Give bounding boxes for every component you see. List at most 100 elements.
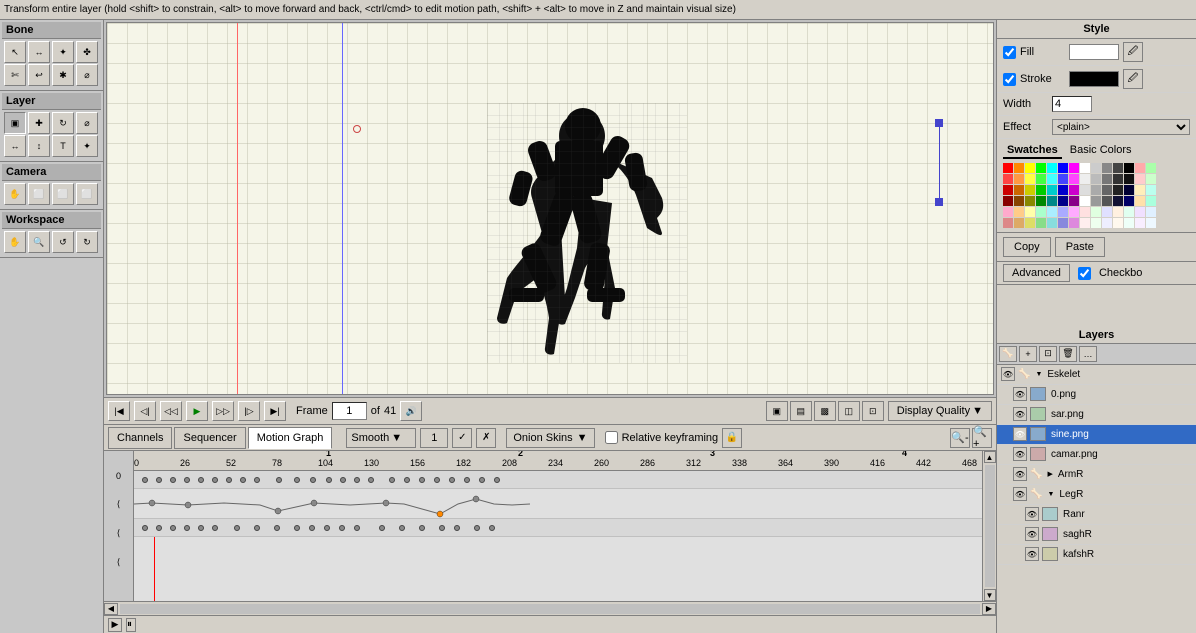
kf-3-17[interactable] [419,525,425,531]
swatch-47[interactable] [1058,196,1068,206]
kf-3-12[interactable] [324,525,330,531]
swatch-59[interactable] [1036,207,1046,217]
swatch-66[interactable] [1113,207,1123,217]
swatch-75[interactable] [1058,218,1068,228]
swatch-60[interactable] [1047,207,1057,217]
layer-eye-saghr[interactable]: 👁 [1025,527,1039,541]
scroll-thumb[interactable] [985,465,995,587]
kf-1-6[interactable] [212,477,218,483]
stroke-color-box[interactable] [1069,71,1119,87]
view-btn-3[interactable]: ▩ [814,401,836,421]
transport-play[interactable]: ▶ [186,401,208,421]
smooth-x-btn[interactable]: ✗ [476,428,496,448]
swatch-3[interactable] [1036,163,1046,173]
swatch-32[interactable] [1047,185,1057,195]
copy-btn[interactable]: Copy [1003,237,1051,257]
layer-item-armr[interactable]: 👁 🦴 ▶ ArmR [997,465,1196,485]
bone-tool-8[interactable]: ⌀ [76,64,98,86]
pause-bottom-btn[interactable]: ⏸ [126,618,136,632]
kf-3-7[interactable] [234,525,240,531]
swatch-40[interactable] [1135,185,1145,195]
width-input[interactable] [1052,96,1092,112]
swatch-30[interactable] [1025,185,1035,195]
tab-motion-graph[interactable]: Motion Graph [248,427,333,449]
swatch-42[interactable] [1003,196,1013,206]
kf-3-16[interactable] [399,525,405,531]
swatch-48[interactable] [1069,196,1079,206]
transport-step-fwd[interactable]: ▷▷ [212,401,234,421]
layer-more-btn[interactable]: … [1079,346,1097,362]
layer-tool-star[interactable]: ✦ [76,135,98,157]
layer-item-kfshr[interactable]: 👁 kafshR [997,545,1196,565]
kf-1-13[interactable] [326,477,332,483]
layer-tool-transform[interactable]: ▣ [4,112,26,134]
workspace-tool-undo[interactable]: ↺ [52,231,74,253]
smooth-dropdown[interactable]: Smooth ▼ [346,428,416,448]
kf-3-11[interactable] [309,525,315,531]
layer-collapse-legr[interactable]: ▼ [1047,491,1054,498]
curve-dot-4[interactable] [311,500,317,506]
layer-tool-move-v[interactable]: ↕ [28,135,50,157]
swatch-46[interactable] [1047,196,1057,206]
kf-1-8[interactable] [240,477,246,483]
swatch-69[interactable] [1146,207,1156,217]
tab-sequencer[interactable]: Sequencer [174,427,245,449]
swatch-17[interactable] [1036,174,1046,184]
swatch-38[interactable] [1113,185,1123,195]
kf-1-2[interactable] [156,477,162,483]
swatch-9[interactable] [1102,163,1112,173]
swatch-54[interactable] [1135,196,1145,206]
layer-item-ranr[interactable]: 👁 Ranr [997,505,1196,525]
layer-eye-armr[interactable]: 👁 [1013,467,1027,481]
kf-3-21[interactable] [489,525,495,531]
swatch-8[interactable] [1091,163,1101,173]
layer-tool-rotate[interactable]: ↻ [52,112,74,134]
kf-1-16[interactable] [368,477,374,483]
layer-item-saghr[interactable]: 👁 saghR [997,525,1196,545]
swatch-6[interactable] [1069,163,1079,173]
zoom-in-btn[interactable]: 🔍+ [972,428,992,448]
kf-1-1[interactable] [142,477,148,483]
fill-checkbox[interactable] [1003,46,1016,59]
swatch-39[interactable] [1124,185,1134,195]
kf-1-4[interactable] [184,477,190,483]
swatch-70[interactable] [1003,218,1013,228]
swatch-80[interactable] [1113,218,1123,228]
transport-step-back[interactable]: ◁◁ [160,401,182,421]
transport-go-start[interactable]: |◀ [108,401,130,421]
swatch-52[interactable] [1113,196,1123,206]
swatch-50[interactable] [1091,196,1101,206]
bone-tool-1[interactable]: ↖ [4,41,26,63]
swatch-61[interactable] [1058,207,1068,217]
scroll-up-btn[interactable]: ▲ [984,451,996,463]
scroll-down-btn[interactable]: ▼ [984,589,996,601]
swatch-26[interactable] [1135,174,1145,184]
layer-item-sinepng[interactable]: 👁 sine.png [997,425,1196,445]
layer-tool-delete[interactable]: ⌀ [76,112,98,134]
swatch-49[interactable] [1080,196,1090,206]
view-btn-5[interactable]: ⊡ [862,401,884,421]
layer-item-eskelet[interactable]: 👁 🦴 ▼ Eskelet [997,365,1196,385]
kf-1-24[interactable] [494,477,500,483]
checkboard-checkbox[interactable] [1078,267,1091,280]
paste-btn[interactable]: Paste [1055,237,1105,257]
kf-3-3[interactable] [170,525,176,531]
kf-1-15[interactable] [354,477,360,483]
swatch-73[interactable] [1036,218,1046,228]
transport-prev-key[interactable]: ◁| [134,401,156,421]
swatch-64[interactable] [1091,207,1101,217]
camera-tool-3[interactable]: ⬜ [52,183,74,205]
kf-3-20[interactable] [474,525,480,531]
curve-dot-7[interactable] [473,496,479,502]
camera-tool-1[interactable]: ✋ [4,183,26,205]
swatch-44[interactable] [1025,196,1035,206]
tab-channels[interactable]: Channels [108,427,172,449]
kf-1-20[interactable] [434,477,440,483]
swatch-62[interactable] [1069,207,1079,217]
swatch-79[interactable] [1102,218,1112,228]
swatch-83[interactable] [1146,218,1156,228]
bone-tool-3[interactable]: ✦ [52,41,74,63]
transport-audio[interactable]: 🔊 [400,401,422,421]
zoom-out-btn[interactable]: 🔍- [950,428,970,448]
swatch-67[interactable] [1124,207,1134,217]
